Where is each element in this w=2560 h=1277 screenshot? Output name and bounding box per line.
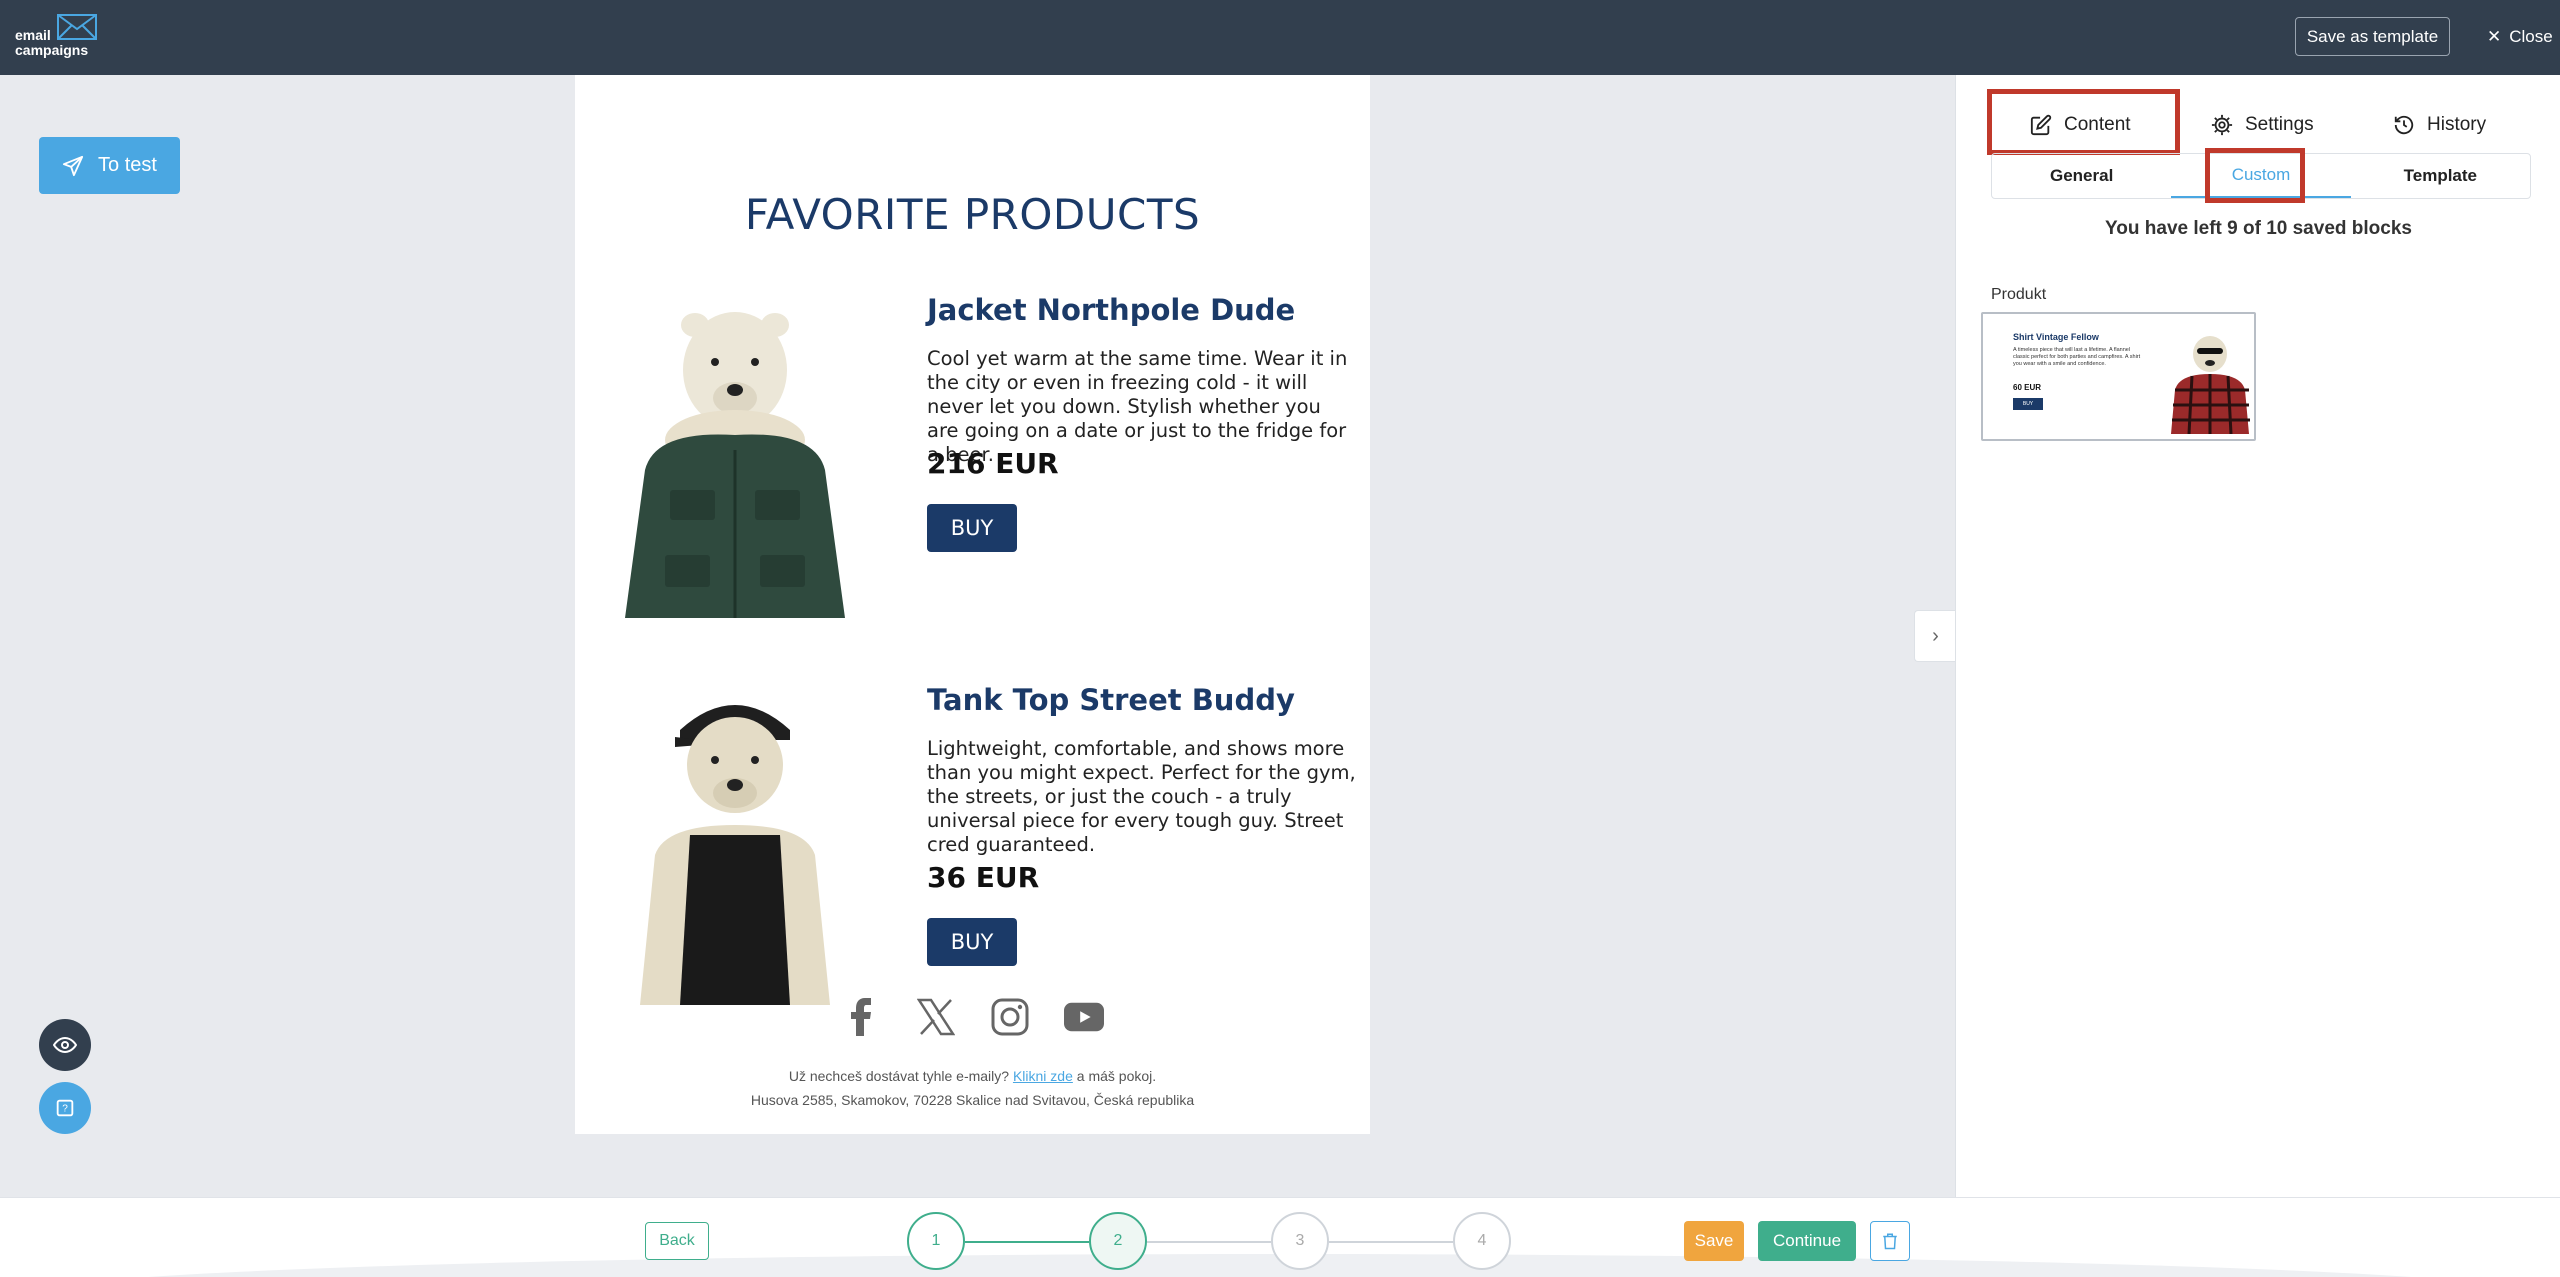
step-connector <box>965 1241 1089 1243</box>
subtab-general[interactable]: General <box>1992 154 2171 198</box>
save-as-template-button[interactable]: Save as template <box>2295 17 2450 56</box>
instagram-icon[interactable] <box>990 997 1030 1037</box>
close-label: Close <box>2509 27 2553 46</box>
company-address: Husova 2585, Skamokov, 70228 Skalice nad… <box>750 1092 1195 1108</box>
product-description: Lightweight, comfortable, and shows more… <box>927 737 1356 856</box>
eye-icon <box>53 1036 77 1054</box>
product-price: 216 EUR <box>927 447 1059 480</box>
social-links <box>575 997 1370 1037</box>
unsubscribe-link[interactable]: Klikni zde <box>1013 1068 1073 1084</box>
tab-settings[interactable]: Settings <box>2211 105 2314 145</box>
product-title: Tank Top Street Buddy <box>927 683 1295 717</box>
subtab-template[interactable]: Template <box>2351 154 2530 198</box>
send-icon <box>62 155 84 176</box>
saved-block-label: Produkt <box>1991 286 2047 303</box>
logo-text-email: email <box>15 27 51 43</box>
to-test-label: To test <box>98 154 157 176</box>
help-button[interactable]: ? <box>39 1082 91 1134</box>
preview-description: A timeless piece that will last a lifeti… <box>2013 347 2141 367</box>
highlight-box <box>2205 148 2305 203</box>
saved-block-preview: Shirt Vintage Fellow A timeless piece th… <box>1989 320 2250 434</box>
top-bar: email campaigns Save as template ✕ Close <box>0 0 2560 75</box>
facebook-icon[interactable] <box>842 997 882 1037</box>
youtube-icon[interactable] <box>1063 997 1104 1037</box>
editor-side-panel: Content Settings History General Custom … <box>1955 75 2560 1197</box>
x-twitter-icon[interactable] <box>916 997 956 1037</box>
history-icon <box>2394 115 2414 135</box>
edit-icon <box>2030 114 2052 136</box>
product-block[interactable]: Tank Top Street Buddy Lightweight, comfo… <box>575 665 1370 1025</box>
product-block[interactable]: Jacket Northpole Dude Cool yet warm at t… <box>575 275 1370 635</box>
polar-bear-tank-top-image[interactable] <box>615 685 855 1005</box>
polar-bear-jacket-image[interactable] <box>615 300 855 618</box>
close-button[interactable]: ✕ Close <box>2487 22 2553 52</box>
buy-button[interactable]: BUY <box>927 918 1017 966</box>
envelope-icon <box>57 14 97 40</box>
product-title: Jacket Northpole Dude <box>927 293 1296 327</box>
saved-block-card[interactable]: Shirt Vintage Fellow A timeless piece th… <box>1981 312 2256 441</box>
back-button[interactable]: Back <box>645 1222 709 1260</box>
chevron-right-icon: › <box>1932 624 1939 647</box>
logo-text-campaigns: campaigns <box>15 42 89 58</box>
saved-blocks-info: You have left 9 of 10 saved blocks <box>2105 218 2412 239</box>
trash-icon <box>1883 1233 1897 1250</box>
bottom-bar: Back 1 2 3 4 Save Continue <box>0 1197 2560 1277</box>
email-canvas[interactable]: FAVORITE PRODUCTS Jacket Northpole Dude … <box>575 75 1370 1134</box>
unsubscribe-prefix: Už nechceš dostávat tyhle e-maily? <box>788 1068 1010 1084</box>
unsubscribe-text: Už nechceš dostávat tyhle e-maily? Klikn… <box>575 1068 1370 1084</box>
step-connector <box>1329 1241 1453 1243</box>
preview-buy: BUY <box>2013 398 2043 410</box>
preview-price: 60 EUR <box>2013 383 2042 392</box>
product-price: 36 EUR <box>927 861 1040 894</box>
step-2[interactable]: 2 <box>1089 1212 1147 1270</box>
tab-settings-label: Settings <box>2245 114 2314 135</box>
step-progress: 1 2 3 4 <box>907 1212 1511 1270</box>
gear-icon <box>2211 114 2233 136</box>
preview-title: Shirt Vintage Fellow <box>2013 332 2099 342</box>
step-1[interactable]: 1 <box>907 1212 965 1270</box>
unsubscribe-suffix: a máš pokoj. <box>1076 1068 1157 1084</box>
polar-bear-flannel-image <box>2171 336 2250 434</box>
save-button[interactable]: Save <box>1684 1221 1744 1261</box>
collapse-panel-button[interactable]: › <box>1914 610 1956 662</box>
close-icon: ✕ <box>2487 27 2502 46</box>
tab-history-label: History <box>2427 114 2487 135</box>
continue-button[interactable]: Continue <box>1758 1221 1856 1261</box>
tab-content-label: Content <box>2064 114 2131 135</box>
buy-button[interactable]: BUY <box>927 504 1017 552</box>
help-icon: ? <box>56 1099 74 1117</box>
tab-content[interactable]: Content <box>2030 105 2131 145</box>
app-logo[interactable]: email campaigns <box>15 14 105 60</box>
step-3[interactable]: 3 <box>1271 1212 1329 1270</box>
step-4[interactable]: 4 <box>1453 1212 1511 1270</box>
delete-button[interactable] <box>1870 1221 1910 1261</box>
email-heading[interactable]: FAVORITE PRODUCTS <box>575 190 1370 239</box>
tab-history[interactable]: History <box>2393 105 2486 145</box>
step-connector <box>1147 1241 1271 1243</box>
svg-text:?: ? <box>62 1104 68 1115</box>
preview-button[interactable] <box>39 1019 91 1071</box>
to-test-button[interactable]: To test <box>39 137 180 194</box>
